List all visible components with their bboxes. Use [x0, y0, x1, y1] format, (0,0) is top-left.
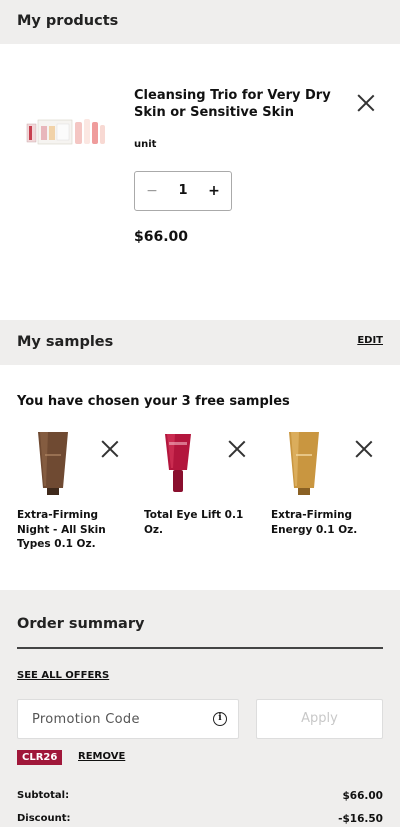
products-title: My products	[17, 13, 119, 29]
product-image[interactable]	[25, 116, 107, 146]
remove-sample-close-icon[interactable]	[228, 440, 246, 458]
info-icon[interactable]: i	[213, 712, 227, 726]
samples-header: My samples	[0, 320, 400, 365]
product-unit: unit	[134, 139, 157, 150]
samples-title: My samples	[17, 334, 114, 350]
discount-label: Discount:	[17, 813, 71, 824]
subtotal-value: $66.00	[342, 790, 383, 802]
promo-code-placeholder: Promotion Code	[32, 712, 140, 727]
samples-intro-text: You have chosen your 3 free samples	[17, 394, 290, 409]
see-all-offers-link[interactable]: SEE ALL OFFERS	[17, 670, 109, 681]
remove-product-close-icon[interactable]	[357, 94, 375, 112]
remove-sample-close-icon[interactable]	[101, 440, 119, 458]
product-name[interactable]: Cleansing Trio for Very Dry Skin or Sens…	[134, 87, 349, 121]
remove-promo-link[interactable]: REMOVE	[78, 751, 125, 762]
edit-samples-link[interactable]: EDIT	[357, 335, 383, 346]
subtotal-label: Subtotal:	[17, 790, 70, 801]
sample-image-total-eye-lift	[165, 434, 191, 492]
discount-value: -$16.50	[338, 813, 383, 825]
quantity-value[interactable]: 1	[169, 172, 197, 210]
sample-image-extra-firming-night	[38, 432, 68, 495]
sample-name: Total Eye Lift 0.1 Oz.	[144, 509, 244, 536]
sample-name: Extra-Firming Night - All Skin Types 0.1…	[17, 509, 106, 550]
order-summary-title: Order summary	[17, 616, 145, 632]
promo-code-input[interactable]: Promotion Code i	[17, 699, 239, 739]
quantity-stepper: − 1 +	[134, 171, 232, 211]
sample-name: Extra-Firming Energy 0.1 Oz.	[271, 509, 358, 536]
products-header: My products	[0, 0, 400, 44]
decrease-quantity-button[interactable]: −	[135, 172, 169, 210]
remove-sample-close-icon[interactable]	[355, 440, 373, 458]
sample-image-extra-firming-energy	[289, 432, 319, 495]
apply-promo-button[interactable]: Apply	[256, 699, 383, 739]
applied-promo-badge: CLR26	[17, 750, 63, 765]
summary-divider	[17, 647, 383, 649]
increase-quantity-button[interactable]: +	[197, 172, 231, 210]
product-price: $66.00	[134, 229, 189, 245]
